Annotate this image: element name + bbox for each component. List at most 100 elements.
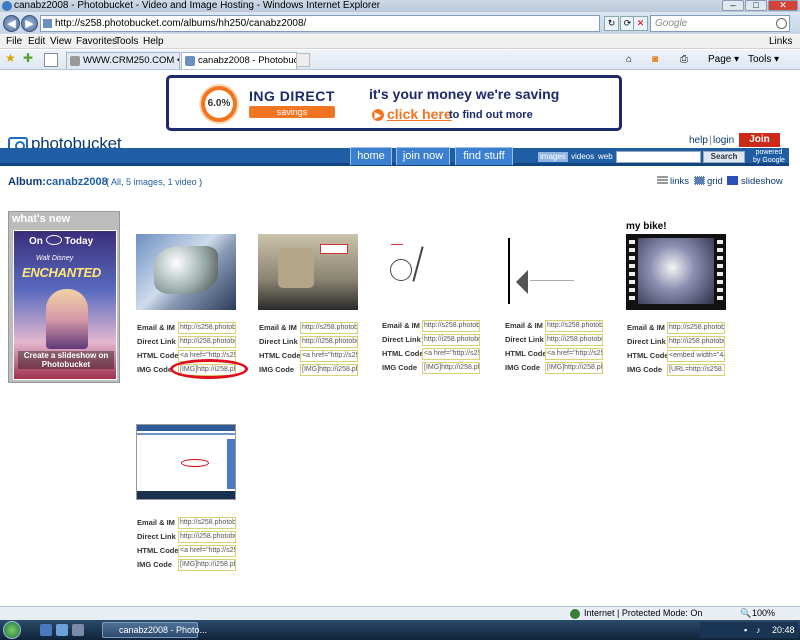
- link-code-field[interactable]: http://i258.photobu: [178, 531, 236, 543]
- photo-thumbnail[interactable]: [381, 234, 481, 310]
- ing-direct-ad[interactable]: 6.0% ING DIRECT savings it's your money …: [166, 75, 622, 131]
- ad-click-link[interactable]: click here: [387, 106, 452, 122]
- link-code-field[interactable]: <a href="http://s25: [178, 545, 236, 557]
- link-code-field[interactable]: http://i258.photobu: [422, 334, 480, 346]
- promo-caption[interactable]: Create a slideshow on Photobucket: [18, 351, 114, 369]
- quick-tabs-icon[interactable]: [44, 53, 58, 67]
- photo-thumbnail[interactable]: [258, 234, 358, 310]
- volume-icon[interactable]: ♪: [756, 622, 761, 638]
- address-bar[interactable]: http://s258.photobucket.com/albums/hh250…: [40, 15, 600, 32]
- menu-help[interactable]: Help: [143, 35, 164, 49]
- links-view-icon[interactable]: [657, 176, 668, 185]
- add-favorite-icon[interactable]: ✚: [23, 51, 33, 65]
- link-code-field[interactable]: [IMG]http://i258.ph: [545, 362, 603, 374]
- grid-view-icon[interactable]: [694, 176, 705, 185]
- screenshot-sidebar: [227, 439, 235, 489]
- network-icon[interactable]: ▪: [744, 622, 747, 638]
- new-tab-icon[interactable]: [296, 53, 310, 67]
- links-menu[interactable]: Links: [769, 35, 792, 49]
- maximize-button[interactable]: □: [745, 0, 767, 11]
- segment-web[interactable]: web: [598, 152, 613, 162]
- minimize-button[interactable]: –: [722, 0, 744, 11]
- menu-file[interactable]: File: [6, 35, 22, 49]
- tools-menu[interactable]: Tools ▾: [748, 53, 779, 67]
- promo-on: On: [29, 236, 43, 247]
- nav-home[interactable]: home: [350, 147, 392, 165]
- slideshow-view-icon[interactable]: [727, 176, 738, 185]
- link-code-field[interactable]: [URL=http://s258.ph: [667, 364, 725, 376]
- menu-tools[interactable]: Tools: [115, 35, 138, 49]
- filter-videos[interactable]: 1 video: [168, 177, 197, 187]
- view-links[interactable]: links: [670, 176, 689, 187]
- link-code-field[interactable]: <a href="http://s25: [422, 348, 480, 360]
- ad-tagline: to find out more: [449, 109, 533, 121]
- segment-images[interactable]: images: [538, 152, 568, 162]
- link-code-field[interactable]: <embed width="44: [667, 350, 725, 362]
- link-code-field[interactable]: http://s258.photobu: [300, 322, 358, 334]
- field-label: Direct Link: [137, 532, 176, 541]
- segment-videos[interactable]: videos: [571, 152, 594, 162]
- ad-savings: savings: [249, 106, 335, 118]
- ie-launch-icon[interactable]: [40, 624, 52, 636]
- promo-character-image: [46, 289, 88, 349]
- photobucket-search-input[interactable]: [616, 151, 701, 163]
- taskbar-window-button[interactable]: canabz2008 - Photo...: [102, 622, 207, 638]
- video-thumbnail[interactable]: [626, 234, 726, 310]
- forward-icon[interactable]: ▶: [21, 15, 38, 32]
- menu-favorites[interactable]: Favorites: [76, 35, 117, 49]
- link-code-field[interactable]: http://s258.photobu: [545, 320, 603, 332]
- feeds-icon[interactable]: ◙: [652, 53, 658, 67]
- menu-edit[interactable]: Edit: [28, 35, 45, 49]
- photo-thumbnail[interactable]: [136, 234, 236, 310]
- nav-join-now[interactable]: join now: [396, 147, 450, 165]
- filter-images[interactable]: 5 images: [126, 177, 163, 187]
- film-strip-icon: [717, 240, 723, 304]
- favorites-star-icon[interactable]: ★: [5, 51, 16, 65]
- search-icon[interactable]: [776, 18, 787, 29]
- address-row: ◀ ▶ http://s258.photobucket.com/albums/h…: [0, 12, 800, 34]
- album-name[interactable]: canabz2008: [46, 176, 108, 188]
- menu-view[interactable]: View: [50, 35, 72, 49]
- show-desktop-icon[interactable]: [56, 624, 68, 636]
- link-code-field[interactable]: http://s258.photobu: [422, 320, 480, 332]
- link-code-field[interactable]: <a href="http://s25: [545, 348, 603, 360]
- login-link[interactable]: login: [713, 135, 734, 146]
- filter-all[interactable]: All: [111, 177, 121, 187]
- photo-thumbnail[interactable]: [504, 234, 604, 310]
- nav-find-stuff[interactable]: find stuff: [455, 147, 513, 165]
- photo-thumbnail[interactable]: [136, 424, 236, 500]
- help-link[interactable]: help: [689, 135, 708, 146]
- link-code-field[interactable]: <a href="http://s25: [300, 350, 358, 362]
- stop-icon[interactable]: ✕: [633, 16, 648, 31]
- link-code-field[interactable]: http://i258.photobu: [300, 336, 358, 348]
- join-now-button[interactable]: Join Now: [739, 133, 780, 159]
- link-code-field[interactable]: http://s258.photobu: [178, 322, 236, 334]
- clock[interactable]: 20:48: [772, 622, 795, 638]
- back-icon[interactable]: ◀: [3, 15, 20, 32]
- start-button[interactable]: [3, 621, 21, 639]
- link-code-field[interactable]: http://i258.photobu: [667, 336, 725, 348]
- home-icon[interactable]: ⌂: [626, 53, 632, 67]
- view-grid[interactable]: grid: [707, 176, 723, 187]
- link-code-field[interactable]: http://i258.photobu: [178, 336, 236, 348]
- zoom-level[interactable]: 100%: [752, 607, 775, 620]
- link-code-field[interactable]: http://i258.photobu: [545, 334, 603, 346]
- refresh-icon[interactable]: ↻: [604, 16, 619, 31]
- link-code-field[interactable]: [IMG]http://i258.ph: [178, 559, 236, 571]
- view-slideshow[interactable]: slideshow: [741, 176, 783, 187]
- link-code-field[interactable]: [IMG]http://i258.ph: [422, 362, 480, 374]
- page-menu[interactable]: Page ▾: [708, 53, 739, 67]
- tab-canabz[interactable]: canabz2008 - Photobuc...: [181, 52, 297, 69]
- link-code-field[interactable]: [IMG]http://i258.ph: [300, 364, 358, 376]
- link-code-field[interactable]: http://s258.photobu: [667, 322, 725, 334]
- powered-by-google: powered by Google: [753, 149, 785, 164]
- print-icon[interactable]: ⎙: [680, 53, 688, 67]
- switch-windows-icon[interactable]: [72, 624, 84, 636]
- tab-crm250[interactable]: WWW.CRM250.COM • Pos...: [66, 52, 180, 69]
- zoom-icon[interactable]: 🔍: [740, 607, 751, 620]
- close-button[interactable]: ✕: [768, 0, 798, 11]
- search-input[interactable]: Google: [650, 15, 790, 32]
- link-code-field[interactable]: http://s258.photobu: [178, 517, 236, 529]
- enchanted-promo[interactable]: On Today Walt Disney ENCHANTED Create a …: [13, 230, 117, 380]
- search-button[interactable]: Search: [703, 151, 745, 163]
